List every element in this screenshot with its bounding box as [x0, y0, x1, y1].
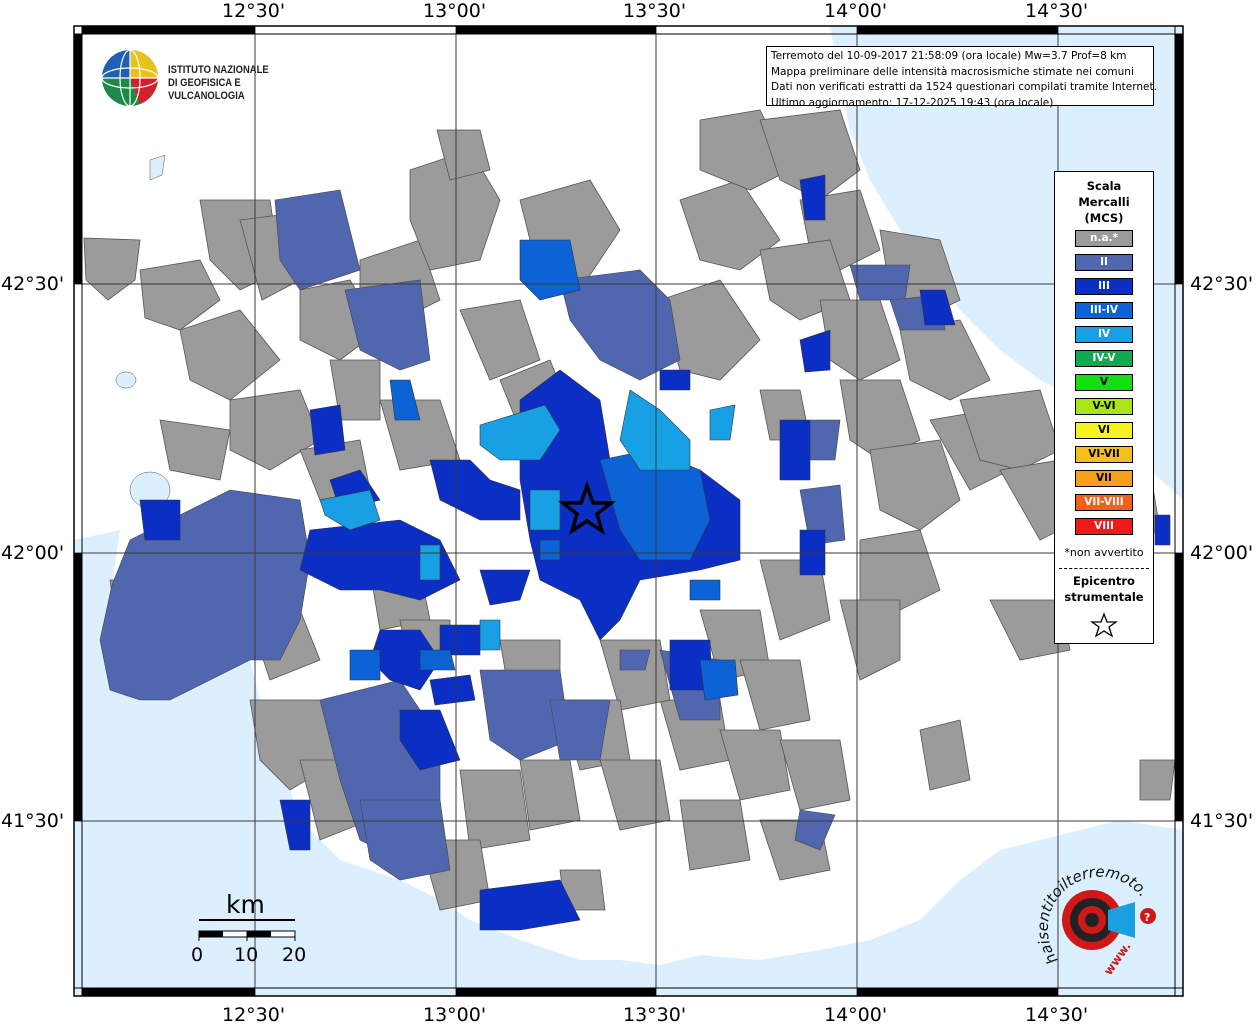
- legend-title-line-1: Scala: [1086, 179, 1122, 193]
- event-info-box: Terremoto del 10-09-2017 21:58:09 (ora l…: [766, 46, 1157, 109]
- legend-note: *non avvertito: [1064, 546, 1144, 559]
- legend-swatch-vii-viii: VII-VIII: [1075, 494, 1133, 511]
- mcs-legend: Scala Mercalli (MCS) n.a.* II III III-IV IV I…: [1054, 171, 1154, 644]
- logo-line-2: DI GEOFISICA E VULCANOLOGIA: [168, 77, 245, 102]
- haisentito-target-icon: ? haisentitoilterremoto.it www.: [1027, 834, 1156, 978]
- legend-title-line-3: (MCS): [1084, 211, 1124, 225]
- top-label-2: 13°00': [423, 0, 487, 22]
- info-line-4: Ultimo aggiornamento: 17-12-2025 19:43 (…: [771, 96, 1054, 109]
- bottom-label-4: 14°00': [824, 1004, 888, 1026]
- legend-epicenter-line-2: strumentale: [1064, 590, 1144, 604]
- scale-tick-10: 10: [234, 944, 259, 966]
- bottom-label-1: 12°30': [222, 1004, 286, 1026]
- svg-text:?: ?: [1144, 911, 1150, 924]
- legend-swatch-vi-vii: VI-VII: [1075, 446, 1133, 463]
- logo-line-1: ISTITUTO NAZIONALE: [168, 64, 269, 76]
- legend-title-line-2: Mercalli: [1078, 195, 1130, 209]
- top-label-1: 12°30': [222, 0, 286, 22]
- info-line-3: Dati non verificati estratti da 1524 que…: [771, 81, 1157, 93]
- scale-tick-0: 0: [191, 944, 204, 966]
- legend-swatch-viii: VIII: [1075, 518, 1133, 535]
- right-label-1: 42°30': [1190, 273, 1254, 295]
- left-label-1: 42°30': [1, 273, 65, 295]
- right-label-3: 41°30': [1190, 810, 1254, 832]
- top-label-4: 14°00': [824, 0, 888, 22]
- legend-epicenter-line-1: Epicentro: [1073, 574, 1135, 588]
- left-label-3: 41°30': [1, 810, 65, 832]
- right-label-2: 42°00': [1190, 542, 1254, 564]
- scale-unit: km: [226, 890, 265, 919]
- bottom-label-3: 13°30': [623, 1004, 687, 1026]
- legend-swatch-vii: VII: [1075, 470, 1133, 487]
- info-line-2: Mappa preliminare delle intensità macros…: [771, 65, 1134, 78]
- legend-swatch-v-vi: V-VI: [1075, 398, 1133, 415]
- top-label-3: 13°30': [623, 0, 687, 22]
- legend-swatch-ii: II: [1075, 254, 1133, 271]
- bottom-label-5: 14°30': [1025, 1004, 1089, 1026]
- legend-swatch-iii-iv: III-IV: [1075, 302, 1133, 319]
- legend-star-icon: [1089, 612, 1119, 638]
- ingv-globe-icon: [101, 49, 159, 107]
- bottom-label-2: 13°00': [423, 1004, 487, 1026]
- legend-swatch-iv-v: IV-V: [1075, 350, 1133, 367]
- legend-epicenter-label: Epicentro strumentale: [1055, 573, 1153, 605]
- legend-swatch-v: V: [1075, 374, 1133, 391]
- top-label-5: 14°30': [1025, 0, 1089, 22]
- scale-tick-20: 20: [282, 944, 307, 966]
- legend-swatch-iv: IV: [1075, 326, 1133, 343]
- ingv-logo: ISTITUTO NAZIONALE DI GEOFISICA E VULCAN…: [100, 48, 320, 108]
- legend-swatch-n-a-: n.a.*: [1075, 230, 1133, 247]
- legend-swatch-iii: III: [1075, 278, 1133, 295]
- legend-separator: [1059, 568, 1149, 569]
- lake-small: [115, 371, 137, 389]
- haisentito-logo: ? haisentitoilterremoto.it www.: [1027, 834, 1180, 988]
- legend-title: Scala Mercalli (MCS): [1055, 178, 1153, 226]
- info-line-1: Terremoto del 10-09-2017 21:58:09 (ora l…: [771, 50, 1127, 62]
- left-label-2: 42°00': [1, 542, 65, 564]
- legend-swatch-vi: VI: [1075, 422, 1133, 439]
